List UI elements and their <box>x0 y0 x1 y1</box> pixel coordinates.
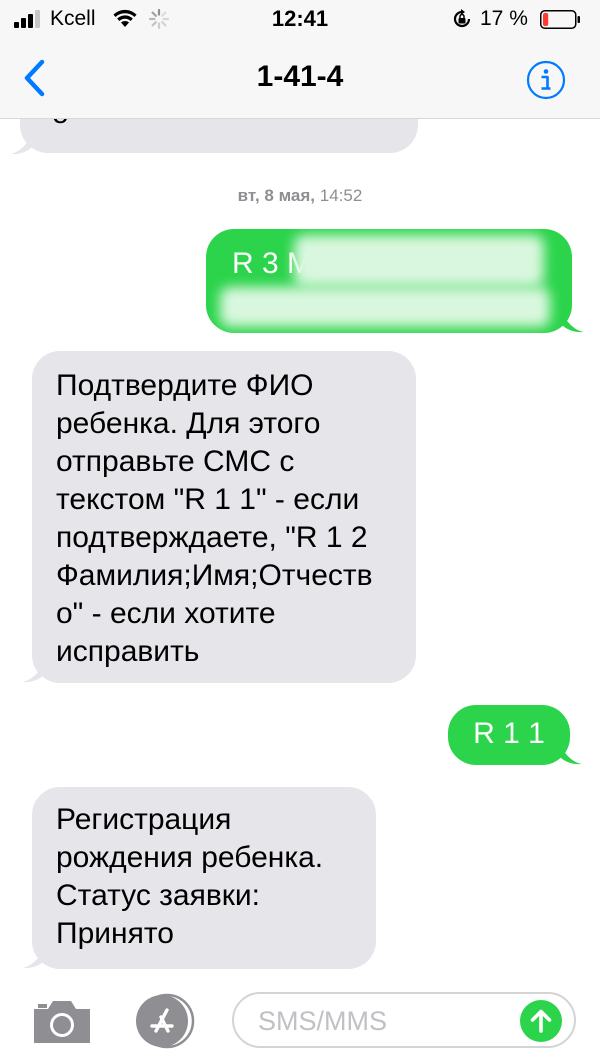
app-store-icon[interactable] <box>130 993 200 1049</box>
message-line: Фамилия;Имя;Отчеств <box>56 559 373 592</box>
message-line: Регистрация <box>56 803 232 836</box>
message-list[interactable]: о вт, 8 мая, 14:52 R 3 M Подтвердите ФИО… <box>0 119 600 975</box>
battery-icon <box>540 10 580 29</box>
send-arrow-icon[interactable] <box>520 1000 562 1042</box>
incoming-message-bubble[interactable]: Подтвердите ФИО ребенка. Для этого отпра… <box>32 351 416 683</box>
battery-percentage: 17 % <box>480 7 528 30</box>
message-input[interactable] <box>256 994 520 1048</box>
message-line: Подтвердите ФИО <box>56 369 314 402</box>
message-line: текстом "R 1 1" - если <box>56 483 360 516</box>
message-line: о" - если хотите <box>56 597 276 630</box>
bubble-tail <box>562 311 584 333</box>
message-line: ребенка. Для этого <box>56 407 321 440</box>
incoming-message-bubble[interactable]: о <box>20 119 418 153</box>
redacted-area <box>220 287 550 327</box>
bubble-tail <box>22 661 44 683</box>
message-line: исправить <box>56 635 200 668</box>
camera-icon[interactable] <box>30 995 94 1047</box>
status-bar: Kcell 12:41 17 % <box>0 0 600 40</box>
bubble-tail <box>22 947 44 969</box>
message-line: рождения ребенка. <box>56 841 324 874</box>
incoming-message-bubble[interactable]: Регистрация рождения ребенка. Статус зая… <box>32 787 376 969</box>
timestamp-day: вт, 8 мая, <box>237 186 316 205</box>
bubble-tail <box>10 133 32 155</box>
redacted-area <box>294 235 544 287</box>
timestamp-time: 14:52 <box>319 186 363 205</box>
navigation-bar: 1-41-4 <box>0 40 600 119</box>
message-text: о <box>52 119 69 130</box>
message-line: подтверждаете, "R 1 2 <box>56 521 368 554</box>
message-timestamp: вт, 8 мая, 14:52 <box>0 186 600 206</box>
message-line: отправьте СМС с <box>56 445 295 478</box>
info-icon[interactable] <box>526 60 566 100</box>
message-line: Статус заявки: <box>56 879 261 912</box>
messages-screen: Kcell 12:41 17 % 1-41-4 вт, 8 мая, 14:52… <box>0 0 600 1063</box>
message-input-bar <box>0 975 600 1063</box>
outgoing-message-bubble[interactable]: R 3 M <box>206 229 572 333</box>
message-text: R 1 1 <box>473 717 545 750</box>
message-field[interactable] <box>232 992 576 1048</box>
outgoing-message-bubble[interactable]: R 1 1 <box>448 705 570 765</box>
bubble-tail <box>560 743 582 765</box>
message-line: Принято <box>56 917 174 950</box>
conversation-title: 1-41-4 <box>256 60 344 93</box>
rotation-lock-icon <box>453 9 471 28</box>
